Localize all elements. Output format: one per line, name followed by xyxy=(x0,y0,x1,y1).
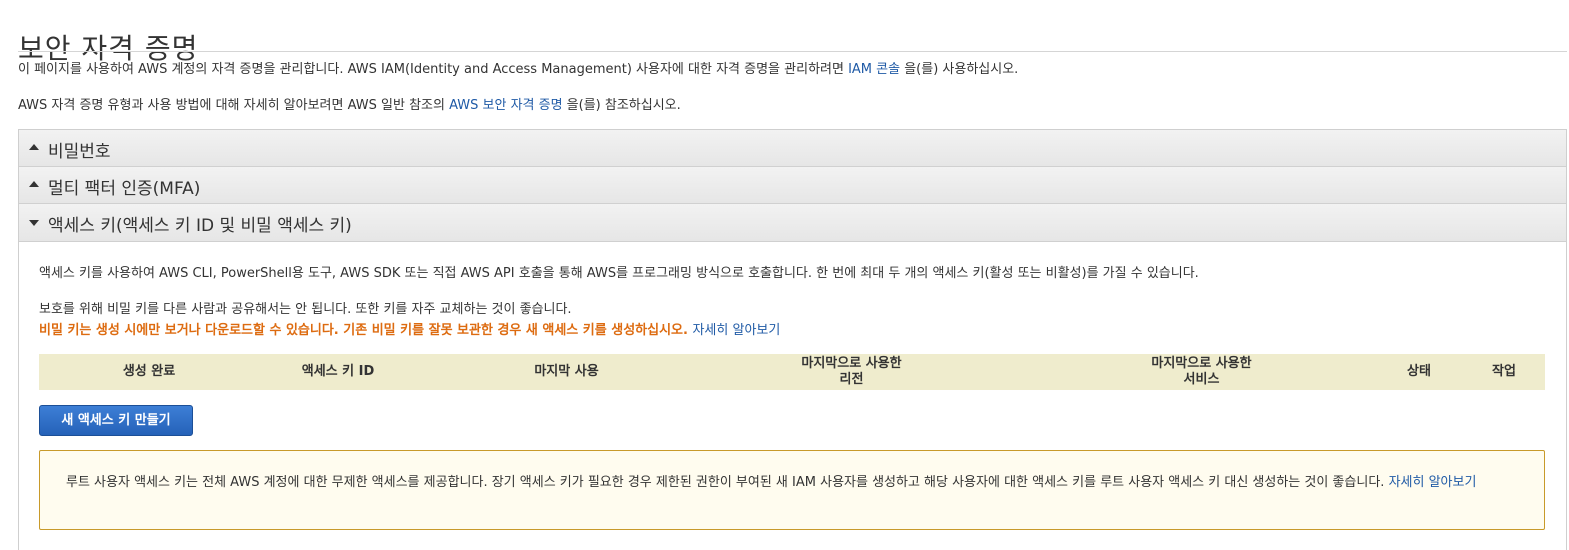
access-keys-security-note: 보호를 위해 비밀 키를 다른 사람과 공유해서는 안 됩니다. 또한 키를 자… xyxy=(39,302,572,317)
caret-up-icon xyxy=(29,181,39,187)
section-password-header[interactable]: 비밀번호 xyxy=(19,130,1566,167)
intro-text-2-pre: AWS 자격 증명 유형과 사용 방법에 대해 자세히 알아보려면 AWS 일반… xyxy=(18,98,450,113)
iam-console-link[interactable]: IAM 콘솔 xyxy=(848,62,900,77)
root-access-key-notice: 루트 사용자 액세스 키는 전체 AWS 계정에 대한 무제한 액세스를 제공합… xyxy=(39,450,1545,530)
column-created[interactable]: 생성 완료 xyxy=(99,364,199,380)
column-status[interactable]: 상태 xyxy=(1394,364,1444,380)
caret-down-icon xyxy=(29,220,39,226)
column-access-key-id[interactable]: 액세스 키 ID xyxy=(279,364,397,380)
caret-up-icon xyxy=(29,144,39,150)
column-last-region[interactable]: 마지막으로 사용한 리전 xyxy=(779,356,924,388)
intro-text-1-post: 을(를) 사용하십시오. xyxy=(900,62,1019,77)
access-keys-description: 액세스 키를 사용하여 AWS CLI, PowerShell용 도구, AWS… xyxy=(39,266,1199,281)
section-mfa-header[interactable]: 멀티 팩터 인증(MFA) xyxy=(19,167,1566,204)
column-last-region-line2: 리전 xyxy=(839,372,864,387)
section-mfa-label: 멀티 팩터 인증(MFA) xyxy=(48,179,201,199)
credentials-accordion: 비밀번호 멀티 팩터 인증(MFA) 액세스 키(액세스 키 ID 및 비밀 액… xyxy=(18,129,1567,550)
root-access-key-notice-text: 루트 사용자 액세스 키는 전체 AWS 계정에 대한 무제한 액세스를 제공합… xyxy=(66,475,1385,490)
intro-text-1: 이 페이지를 사용하여 AWS 계정의 자격 증명을 관리합니다. AWS IA… xyxy=(18,58,1018,77)
column-actions: 작업 xyxy=(1492,364,1516,379)
notice-learn-more-link[interactable]: 자세히 알아보기 xyxy=(1389,475,1477,490)
access-keys-warning: 비밀 키는 생성 시에만 보거나 다운로드할 수 있습니다. 기존 비밀 키를 … xyxy=(39,319,780,338)
access-keys-table-header: 생성 완료 액세스 키 ID 마지막 사용 마지막으로 사용한 리전 마지막으로… xyxy=(39,354,1545,390)
column-last-service-line2: 서비스 xyxy=(1183,372,1220,387)
column-last-region-line1: 마지막으로 사용한 xyxy=(801,356,902,371)
column-last-service[interactable]: 마지막으로 사용한 서비스 xyxy=(1129,356,1274,388)
learn-more-link[interactable]: 자세히 알아보기 xyxy=(692,323,780,338)
column-last-used[interactable]: 마지막 사용 xyxy=(509,364,624,380)
column-last-service-line1: 마지막으로 사용한 xyxy=(1151,356,1252,371)
section-access-keys-header[interactable]: 액세스 키(액세스 키 ID 및 비밀 액세스 키) xyxy=(19,204,1566,242)
access-keys-warning-text: 비밀 키는 생성 시에만 보거나 다운로드할 수 있습니다. 기존 비밀 키를 … xyxy=(39,323,688,338)
section-access-keys-label: 액세스 키(액세스 키 ID 및 비밀 액세스 키) xyxy=(48,216,352,236)
create-access-key-button[interactable]: 새 액세스 키 만들기 xyxy=(39,405,193,436)
title-divider xyxy=(18,51,1567,52)
aws-security-credentials-link[interactable]: AWS 보안 자격 증명 xyxy=(449,98,562,113)
intro-text-2: AWS 자격 증명 유형과 사용 방법에 대해 자세히 알아보려면 AWS 일반… xyxy=(18,94,681,113)
intro-text-2-post: 을(를) 참조하십시오. xyxy=(562,98,681,113)
section-password-label: 비밀번호 xyxy=(48,142,111,162)
intro-text-1-pre: 이 페이지를 사용하여 AWS 계정의 자격 증명을 관리합니다. AWS IA… xyxy=(18,62,849,77)
